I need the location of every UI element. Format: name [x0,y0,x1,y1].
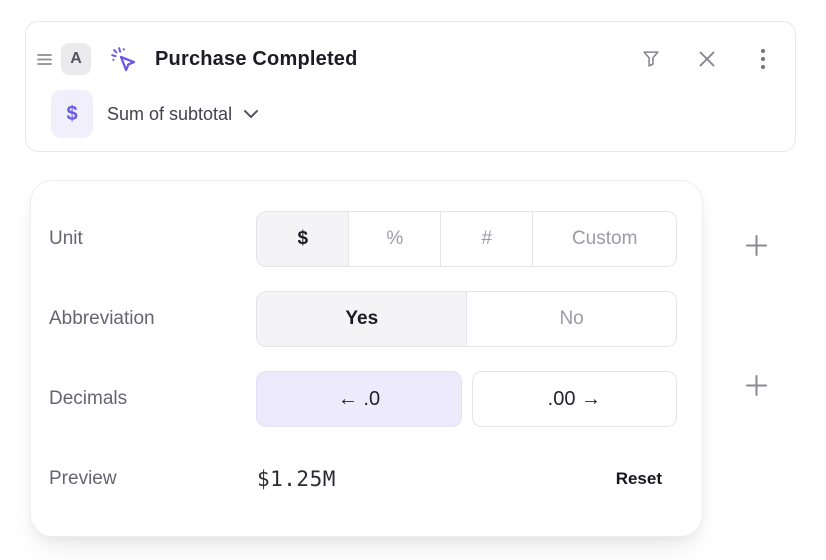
cursor-click-icon [108,44,138,74]
abbreviation-option-no[interactable]: No [467,292,676,346]
event-title[interactable]: Purchase Completed [155,48,358,71]
number-format-panel: Unit $ % # Custom Abbreviation Yes No De… [30,180,703,537]
event-letter-badge: A [61,43,91,75]
close-icon [697,49,717,69]
plus-icon [745,374,768,397]
unit-row: Unit $ % # Custom [49,211,677,267]
plus-icon [745,234,768,257]
decrease-decimals-button[interactable]: ← .0 [256,371,461,427]
increase-decimals-button[interactable]: .00 → [472,371,677,427]
unit-label: Unit [49,228,256,250]
abbreviation-segmented-control: Yes No [256,291,677,347]
abbreviation-label: Abbreviation [49,308,256,330]
unit-option-dollar[interactable]: $ [257,212,349,266]
preview-row: Preview $1.25M Reset [49,451,677,507]
unit-segmented-control: $ % # Custom [256,211,677,267]
drag-handle[interactable] [34,47,54,71]
chevron-down-icon [243,109,259,119]
add-item-button-bottom[interactable] [743,372,769,398]
abbreviation-option-yes[interactable]: Yes [257,292,467,346]
metric-label: Sum of subtotal [107,104,232,125]
drag-handle-icon [37,53,52,66]
metric-selector[interactable]: $ Sum of subtotal [51,90,775,138]
more-options-button[interactable] [751,47,775,71]
filter-button[interactable] [639,47,663,71]
reset-button[interactable]: Reset [616,469,677,489]
decimals-controls: ← .0 .00 → [256,371,677,427]
funnel-icon [640,48,662,70]
unit-option-percent[interactable]: % [349,212,441,266]
metric-dollar-badge: $ [51,90,93,138]
close-button[interactable] [695,47,719,71]
event-card-header: A Purchase Completed [34,37,775,81]
decimals-row: Decimals ← .0 .00 → [49,371,677,427]
abbreviation-row: Abbreviation Yes No [49,291,677,347]
unit-option-number[interactable]: # [441,212,533,266]
decimals-label: Decimals [49,388,256,410]
preview-label: Preview [49,468,257,490]
kebab-menu-icon [760,48,766,70]
event-card: A Purchase Completed [25,21,796,152]
add-item-button-top[interactable] [743,232,769,258]
unit-option-custom[interactable]: Custom [533,212,676,266]
preview-value: $1.25M [257,467,336,491]
event-card-actions [639,47,775,71]
